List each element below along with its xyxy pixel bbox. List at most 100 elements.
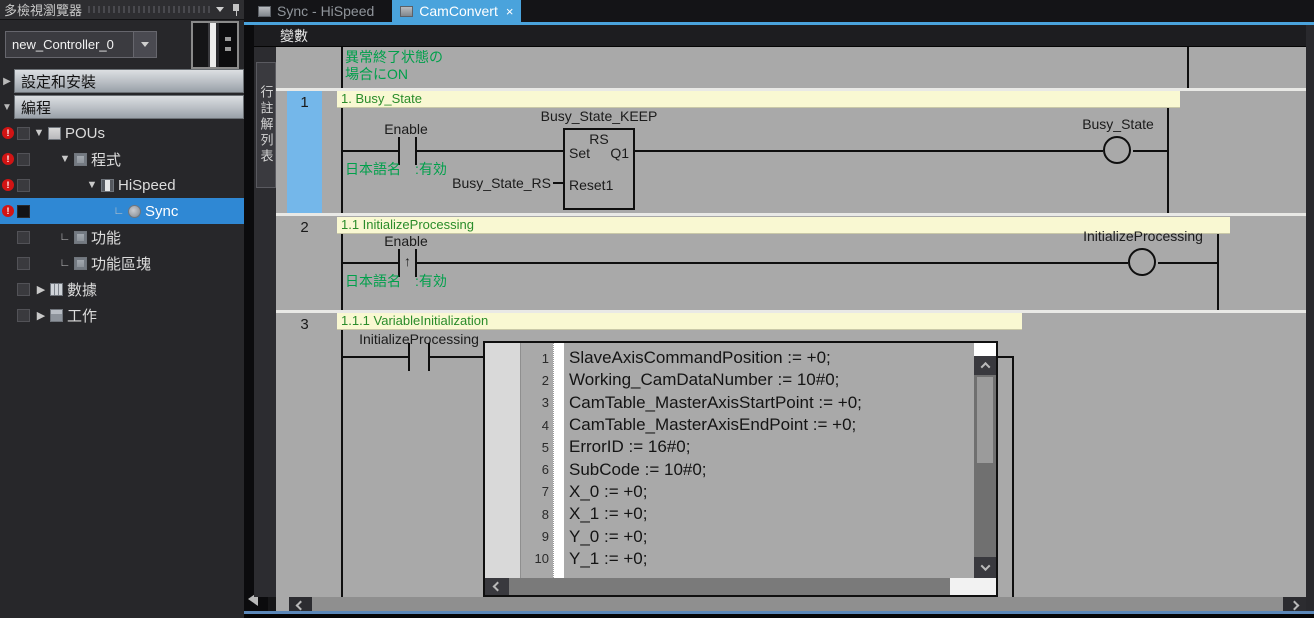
st-code-lines[interactable]: 1SlaveAxisCommandPosition := +0; 2Workin… xyxy=(521,347,971,570)
st-line[interactable]: 9Y_0 := +0; xyxy=(521,525,971,547)
left-power-rail xyxy=(341,108,343,213)
pin-icon[interactable] xyxy=(232,4,240,16)
program-icon xyxy=(101,179,114,192)
rung1-comment-bar[interactable]: 1. Busy_State xyxy=(337,91,1180,108)
coil-operand[interactable]: InitializeProcessing xyxy=(1053,228,1233,244)
contact-operand[interactable]: Enable xyxy=(366,233,446,249)
left-power-rail xyxy=(341,234,343,310)
fb-instance-name[interactable]: Busy_State_KEEP xyxy=(514,108,684,124)
st-line[interactable]: 5ErrorID := 16#0; xyxy=(521,436,971,458)
editor-vertical-scrollbar[interactable] xyxy=(1306,25,1314,613)
contact-operand[interactable]: Enable xyxy=(366,121,446,137)
chevron-up-icon xyxy=(980,362,990,372)
tree-checkbox[interactable] xyxy=(17,179,30,192)
st-line[interactable]: 7 X_0 := +0; xyxy=(521,481,971,503)
st-code-text[interactable]: CamTable_MasterAxisEndPoint := +0; xyxy=(569,415,856,435)
output-coil[interactable] xyxy=(1103,136,1131,164)
st-code-text[interactable]: Y_0 := +0; xyxy=(569,527,647,547)
st-code-text[interactable]: Working_CamDataNumber := 10#0; xyxy=(569,370,839,390)
st-line[interactable]: 8X_1 := +0; xyxy=(521,503,971,525)
pous-icon xyxy=(48,127,61,140)
close-icon[interactable]: × xyxy=(506,4,514,19)
section-programming[interactable]: ▼ 編程 xyxy=(0,95,244,119)
expander-icon[interactable]: ▼ xyxy=(32,127,46,139)
expander-icon[interactable]: ▶ xyxy=(34,309,48,322)
st-line[interactable]: 4CamTable_MasterAxisEndPoint := +0; xyxy=(521,414,971,436)
operand-comment: 日本語名 :有効 xyxy=(345,273,447,290)
tree-item-label: 功能區塊 xyxy=(91,253,151,274)
tree-item-functions[interactable]: ∟ 功能 xyxy=(0,224,244,250)
tree-checkbox[interactable] xyxy=(17,153,30,166)
contact-leg[interactable] xyxy=(408,343,410,371)
st-code-text[interactable]: X_1 := +0; xyxy=(569,504,647,524)
expander-icon: ∟ xyxy=(112,205,126,217)
st-code-text[interactable]: SlaveAxisCommandPosition := +0; xyxy=(569,348,831,368)
tree-item-programs[interactable]: ! ▼ 程式 xyxy=(0,146,244,172)
line-number: 7 xyxy=(521,484,549,499)
tree-item-tasks[interactable]: ▶ 工作 xyxy=(0,302,244,328)
tree-item-label: HiSpeed xyxy=(118,177,176,194)
coil-operand[interactable]: Busy_State xyxy=(1043,116,1193,132)
tab-sync-hispeed[interactable]: Sync - HiSpeed xyxy=(250,0,382,22)
scroll-down-button[interactable] xyxy=(974,557,996,578)
rung-number[interactable]: 2 xyxy=(287,219,322,236)
tree-item-function-blocks[interactable]: ∟ 功能區塊 xyxy=(0,250,244,276)
expander-icon[interactable]: ▼ xyxy=(58,153,72,165)
functions-icon xyxy=(74,231,87,244)
wire xyxy=(430,356,483,358)
tree-checkbox[interactable] xyxy=(17,205,30,218)
scroll-left-button[interactable] xyxy=(485,578,509,595)
expander-icon: ∟ xyxy=(58,231,72,243)
error-badge: ! xyxy=(2,205,14,217)
st-code-text[interactable]: ErrorID := 16#0; xyxy=(569,437,690,457)
fb-pin-reset1: Reset1 xyxy=(569,177,613,193)
tree-checkbox[interactable] xyxy=(17,127,30,140)
st-line[interactable]: 3CamTable_MasterAxisStartPoint := +0; xyxy=(521,392,971,414)
st-code-text[interactable]: Y_1 := +0; xyxy=(569,549,647,569)
rs-function-block[interactable]: RS Set Q1 Reset1 xyxy=(563,128,635,210)
expander-icon: ∟ xyxy=(58,257,72,269)
horizontal-scrollbar-track[interactable] xyxy=(509,578,950,595)
vertical-scrollbar-track[interactable] xyxy=(974,375,996,557)
rising-edge-icon: ↑ xyxy=(398,253,417,269)
controller-dropdown[interactable]: new_Controller_0 xyxy=(5,31,157,58)
reset-operand[interactable]: Busy_State_RS xyxy=(426,175,551,191)
st-code-text[interactable]: X_0 := +0; xyxy=(569,482,647,502)
st-line[interactable]: 2Working_CamDataNumber := 10#0; xyxy=(521,369,971,391)
tree-checkbox[interactable] xyxy=(17,283,30,296)
output-coil[interactable] xyxy=(1128,248,1156,276)
rung-number: 1 xyxy=(287,94,322,111)
section-program-icon xyxy=(128,205,141,218)
scroll-up-button[interactable] xyxy=(974,356,996,375)
tree-checkbox[interactable] xyxy=(17,231,30,244)
st-code-text[interactable]: SubCode := 10#0; xyxy=(569,460,707,480)
st-code-text[interactable]: CamTable_MasterAxisStartPoint := +0; xyxy=(569,393,862,413)
panel-splitter[interactable] xyxy=(244,25,254,618)
st-line[interactable]: 6SubCode := 10#0; xyxy=(521,458,971,480)
contact-operand[interactable]: InitializeProcessing xyxy=(339,331,499,347)
chevron-down-icon[interactable] xyxy=(216,7,224,12)
st-line[interactable]: 1SlaveAxisCommandPosition := +0; xyxy=(521,347,971,369)
rung-number[interactable]: 3 xyxy=(287,316,322,333)
expander-icon[interactable]: ▼ xyxy=(85,179,99,191)
fb-pin-set: Set xyxy=(569,145,590,161)
expander-icon[interactable]: ▶ xyxy=(34,283,48,296)
tab-camconvert[interactable]: CamConvert × xyxy=(392,0,521,22)
tree-item-pous[interactable]: ! ▼ POUs xyxy=(0,120,244,146)
variables-bar[interactable]: 變數 xyxy=(254,25,1306,47)
st-line[interactable]: 10Y_1 := +0; xyxy=(521,548,971,570)
line-comment-list-tab[interactable]: 行註解列表 xyxy=(256,62,276,188)
controller-dropdown-button[interactable] xyxy=(133,32,156,57)
vertical-scrollbar-thumb[interactable] xyxy=(977,377,993,463)
section-configuration-setup[interactable]: ▶ 設定和安裝 xyxy=(0,69,244,93)
rung3-comment-bar[interactable]: 1.1.1 VariableInitialization xyxy=(337,313,1022,330)
tree-checkbox[interactable] xyxy=(17,257,30,270)
tree-item-sync[interactable]: ! ∟ Sync xyxy=(0,198,244,224)
ladder-editor-canvas[interactable]: 異常終了状態の 場合にON 1 1. Busy_State Enable 日本語… xyxy=(276,47,1306,597)
tree-item-data[interactable]: ▶ 數據 xyxy=(0,276,244,302)
rung-comment: 異常終了状態の 場合にON xyxy=(345,49,443,83)
tree-item-hispeed[interactable]: ! ▼ HiSpeed xyxy=(0,172,244,198)
tree-checkbox[interactable] xyxy=(17,309,30,322)
inline-st-editor[interactable]: 1SlaveAxisCommandPosition := +0; 2Workin… xyxy=(483,341,998,597)
rung1-number-cell-selected[interactable]: 1 xyxy=(287,91,322,213)
